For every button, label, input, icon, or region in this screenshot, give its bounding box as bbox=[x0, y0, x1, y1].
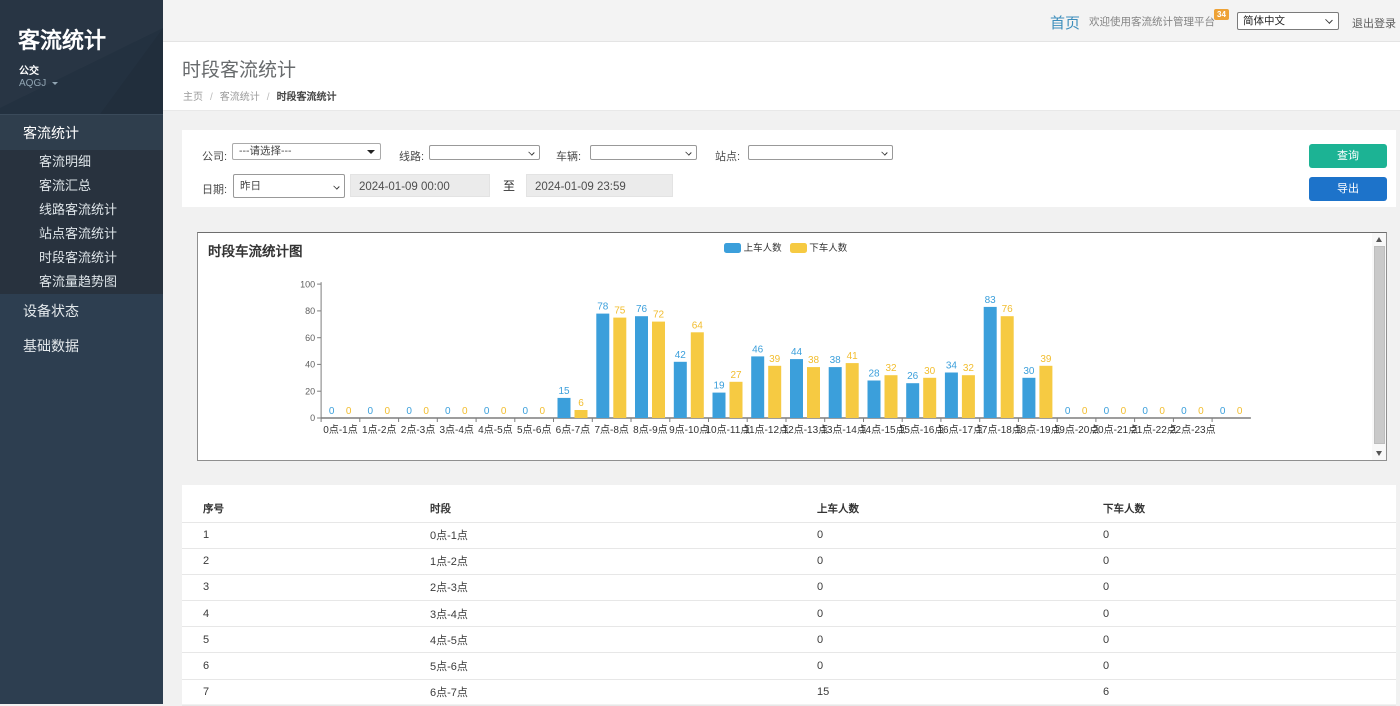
svg-text:0: 0 bbox=[1182, 406, 1188, 417]
svg-text:0: 0 bbox=[462, 406, 468, 417]
svg-text:6: 6 bbox=[579, 398, 585, 409]
svg-text:27: 27 bbox=[731, 369, 743, 380]
svg-text:0: 0 bbox=[484, 406, 490, 417]
svg-text:39: 39 bbox=[1041, 353, 1053, 364]
svg-text:0: 0 bbox=[445, 406, 451, 417]
svg-text:4点-5点: 4点-5点 bbox=[479, 424, 513, 436]
svg-text:0: 0 bbox=[1237, 406, 1243, 417]
svg-text:20: 20 bbox=[305, 386, 315, 396]
svg-text:34: 34 bbox=[946, 360, 958, 371]
svg-text:100: 100 bbox=[300, 279, 315, 289]
svg-text:0: 0 bbox=[1160, 406, 1166, 417]
svg-text:0: 0 bbox=[407, 406, 413, 417]
svg-text:78: 78 bbox=[598, 301, 610, 312]
svg-text:60: 60 bbox=[305, 333, 315, 343]
svg-text:72: 72 bbox=[653, 309, 665, 320]
svg-text:30: 30 bbox=[925, 365, 937, 376]
svg-text:0: 0 bbox=[523, 406, 529, 417]
svg-text:0: 0 bbox=[310, 413, 315, 423]
svg-text:0: 0 bbox=[1220, 406, 1226, 417]
svg-text:42: 42 bbox=[675, 349, 687, 360]
svg-text:76: 76 bbox=[1002, 304, 1014, 315]
svg-text:46: 46 bbox=[753, 344, 765, 355]
svg-text:5点-6点: 5点-6点 bbox=[517, 424, 551, 436]
svg-text:32: 32 bbox=[886, 363, 898, 374]
svg-text:8点-9点: 8点-9点 bbox=[634, 424, 668, 436]
svg-text:32: 32 bbox=[963, 363, 975, 374]
svg-text:26: 26 bbox=[908, 371, 920, 382]
svg-text:0: 0 bbox=[1199, 406, 1205, 417]
svg-text:0: 0 bbox=[1104, 406, 1110, 417]
svg-text:0: 0 bbox=[501, 406, 507, 417]
svg-text:28: 28 bbox=[869, 368, 881, 379]
svg-text:6点-7点: 6点-7点 bbox=[556, 424, 590, 436]
svg-text:41: 41 bbox=[847, 351, 859, 362]
svg-text:0: 0 bbox=[1143, 406, 1149, 417]
svg-text:1点-2点: 1点-2点 bbox=[362, 424, 396, 436]
svg-text:44: 44 bbox=[791, 347, 803, 358]
svg-text:80: 80 bbox=[305, 306, 315, 316]
svg-text:0: 0 bbox=[1121, 406, 1127, 417]
svg-text:40: 40 bbox=[305, 359, 315, 369]
svg-text:0点-1点: 0点-1点 bbox=[324, 424, 358, 436]
svg-text:38: 38 bbox=[808, 355, 820, 366]
svg-text:7点-8点: 7点-8点 bbox=[595, 424, 629, 436]
svg-text:0: 0 bbox=[385, 406, 391, 417]
svg-text:64: 64 bbox=[692, 320, 704, 331]
svg-text:0: 0 bbox=[346, 406, 352, 417]
svg-text:0: 0 bbox=[1065, 406, 1071, 417]
svg-text:0: 0 bbox=[1082, 406, 1088, 417]
svg-text:0: 0 bbox=[424, 406, 430, 417]
svg-text:22点-23点: 22点-23点 bbox=[1170, 424, 1216, 436]
svg-text:3点-4点: 3点-4点 bbox=[440, 424, 474, 436]
svg-text:9点-10点: 9点-10点 bbox=[669, 424, 709, 436]
svg-text:15: 15 bbox=[559, 386, 571, 397]
svg-text:76: 76 bbox=[636, 304, 648, 315]
svg-text:0: 0 bbox=[329, 406, 335, 417]
svg-text:83: 83 bbox=[985, 295, 997, 306]
svg-text:30: 30 bbox=[1024, 365, 1036, 376]
svg-text:0: 0 bbox=[368, 406, 374, 417]
svg-text:39: 39 bbox=[770, 353, 782, 364]
svg-text:2点-3点: 2点-3点 bbox=[401, 424, 435, 436]
svg-text:19: 19 bbox=[714, 380, 726, 391]
svg-text:0: 0 bbox=[540, 406, 546, 417]
svg-text:38: 38 bbox=[830, 355, 842, 366]
svg-text:75: 75 bbox=[615, 305, 627, 316]
